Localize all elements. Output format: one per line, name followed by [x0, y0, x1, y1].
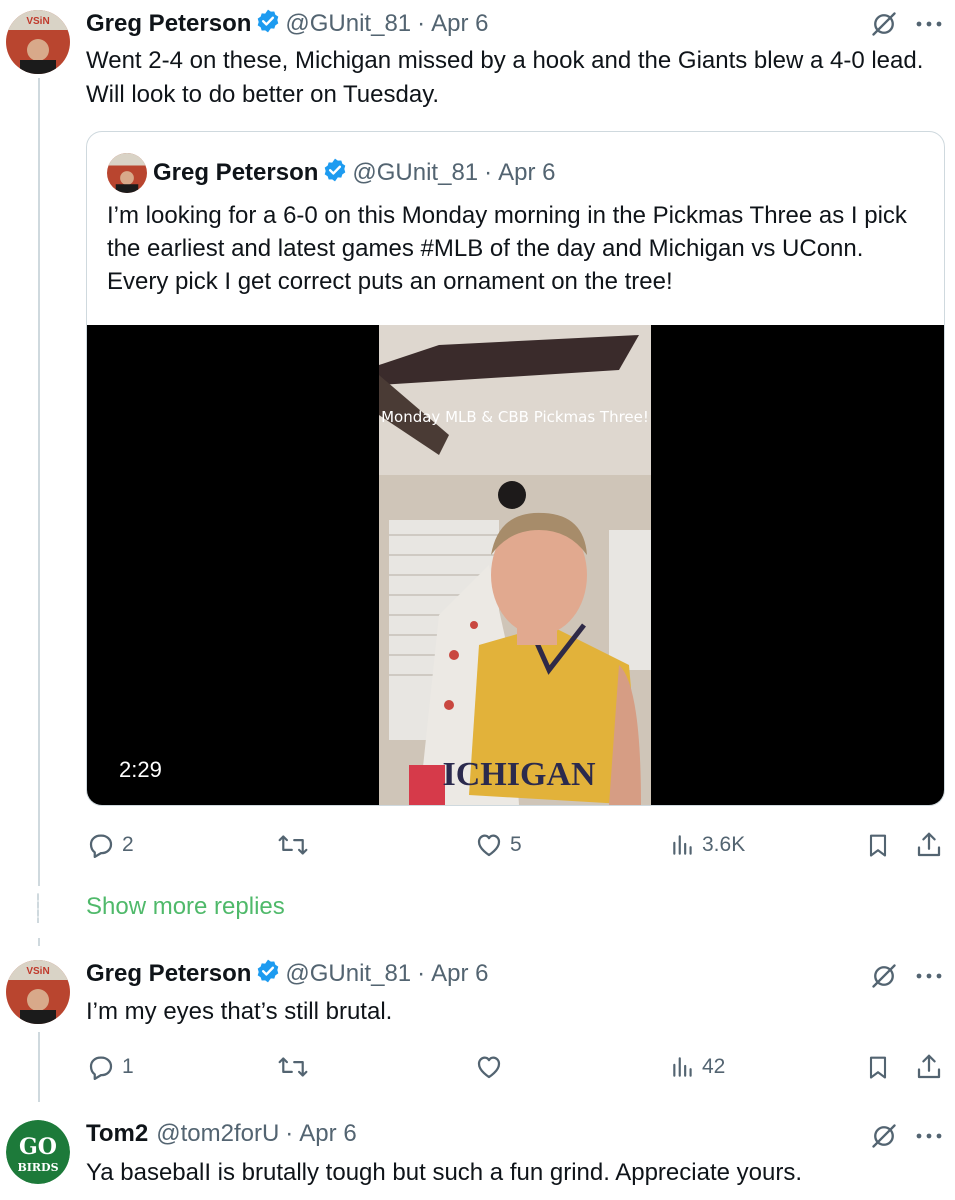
share-button[interactable] [914, 1052, 944, 1082]
like-icon [477, 834, 501, 857]
separator: · [417, 959, 426, 987]
tweet-text: I’m my eyes that’s still brutal. [86, 998, 393, 1025]
reply-button[interactable]: 1 [86, 1052, 134, 1082]
display-name[interactable]: Greg Peterson [86, 960, 251, 988]
bookmark-icon [869, 834, 887, 857]
video-overlay-text: Monday MLB & CBB Pickmas Three! [381, 408, 649, 426]
retweet-button[interactable] [276, 830, 310, 860]
reply-count: 1 [122, 1055, 134, 1078]
display-name[interactable]: Tom2 [86, 1120, 148, 1148]
video-player[interactable]: ICHIGAN Monday MLB & CBB Pickmas Three! … [87, 325, 944, 805]
tweet-header: Tom2 @tom2forU · Apr 6 [86, 1120, 357, 1148]
avatar-badge: VSiN [26, 966, 49, 977]
retweet-icon [278, 1057, 308, 1077]
reply-count: 2 [122, 833, 134, 856]
thread-line [38, 938, 40, 946]
separator: · [484, 158, 493, 186]
bookmark-button[interactable] [864, 1052, 892, 1082]
like-button[interactable]: 5 [474, 830, 522, 860]
views-icon [673, 835, 692, 855]
handle[interactable]: @tom2forU [156, 1120, 279, 1148]
grok-icon[interactable] [870, 10, 898, 43]
like-icon [477, 1056, 501, 1079]
handle: @GUnit_81 [352, 158, 479, 186]
video-frame: ICHIGAN Monday MLB & CBB Pickmas Three! [379, 325, 651, 805]
timestamp[interactable]: Apr 6 [431, 960, 488, 988]
show-more-replies-link[interactable]: Show more replies [86, 893, 285, 921]
quote-text: I’m looking for a 6-0 on this Monday mor… [107, 202, 907, 295]
like-count: 5 [510, 833, 522, 856]
reply-icon [89, 834, 113, 858]
video-duration: 2:29 [119, 757, 162, 782]
verified-icon [255, 958, 281, 989]
jersey-text: ICHIGAN [442, 756, 595, 793]
views-count: 42 [702, 1055, 726, 1078]
grok-icon[interactable] [870, 962, 898, 995]
bookmark-icon [869, 1056, 887, 1079]
tweet-text: Ya basebalI is brutally tough but such a… [86, 1159, 802, 1186]
like-button[interactable] [474, 1052, 510, 1082]
tweet-header: Greg Peterson @GUnit_81 · Apr 6 [86, 8, 489, 39]
handle[interactable]: @GUnit_81 [285, 960, 411, 988]
thread-dots [37, 893, 39, 923]
views-button[interactable]: 42 [670, 1052, 725, 1082]
avatar [107, 153, 147, 193]
avatar[interactable]: VSiN [6, 960, 70, 1024]
retweet-button[interactable] [276, 1052, 310, 1082]
verified-icon [322, 157, 348, 188]
verified-icon [255, 8, 281, 39]
display-name[interactable]: Greg Peterson [86, 10, 251, 38]
separator: · [417, 9, 426, 37]
grok-icon[interactable] [870, 1122, 898, 1155]
quote-header: Greg Peterson @GUnit_81 · Apr 6 [153, 157, 556, 188]
reply-button[interactable]: 2 [86, 830, 134, 860]
more-icon[interactable] [914, 12, 944, 41]
avatar[interactable]: GO BIRDS [6, 1120, 70, 1184]
avatar-text: GO [19, 1134, 57, 1160]
thread-line [38, 1032, 40, 1102]
tweet-text: Went 2-4 on these, Michigan missed by a … [86, 47, 924, 108]
avatar-badge: VSiN [26, 16, 49, 27]
timestamp: Apr 6 [498, 158, 556, 186]
avatar-text: BIRDS [17, 1161, 58, 1174]
views-count: 3.6K [702, 833, 746, 856]
tweet-header: Greg Peterson @GUnit_81 · Apr 6 [86, 958, 489, 989]
more-icon[interactable] [914, 1124, 944, 1153]
share-button[interactable] [914, 830, 944, 860]
quoted-tweet[interactable]: Greg Peterson @GUnit_81 · Apr 6 I’m look… [86, 131, 945, 806]
handle[interactable]: @GUnit_81 [285, 10, 411, 38]
more-icon[interactable] [914, 964, 944, 993]
share-icon [917, 1054, 941, 1079]
reply-icon [89, 1056, 113, 1080]
share-icon [917, 832, 941, 857]
retweet-icon [278, 835, 308, 855]
bookmark-button[interactable] [864, 830, 892, 860]
timestamp[interactable]: Apr 6 [431, 10, 488, 38]
avatar[interactable]: VSiN [6, 10, 70, 74]
thread-line [38, 78, 40, 886]
display-name: Greg Peterson [153, 158, 319, 186]
views-button[interactable]: 3.6K [670, 830, 745, 860]
timestamp[interactable]: Apr 6 [299, 1120, 356, 1148]
views-icon [673, 1057, 692, 1077]
separator: · [285, 1120, 294, 1147]
